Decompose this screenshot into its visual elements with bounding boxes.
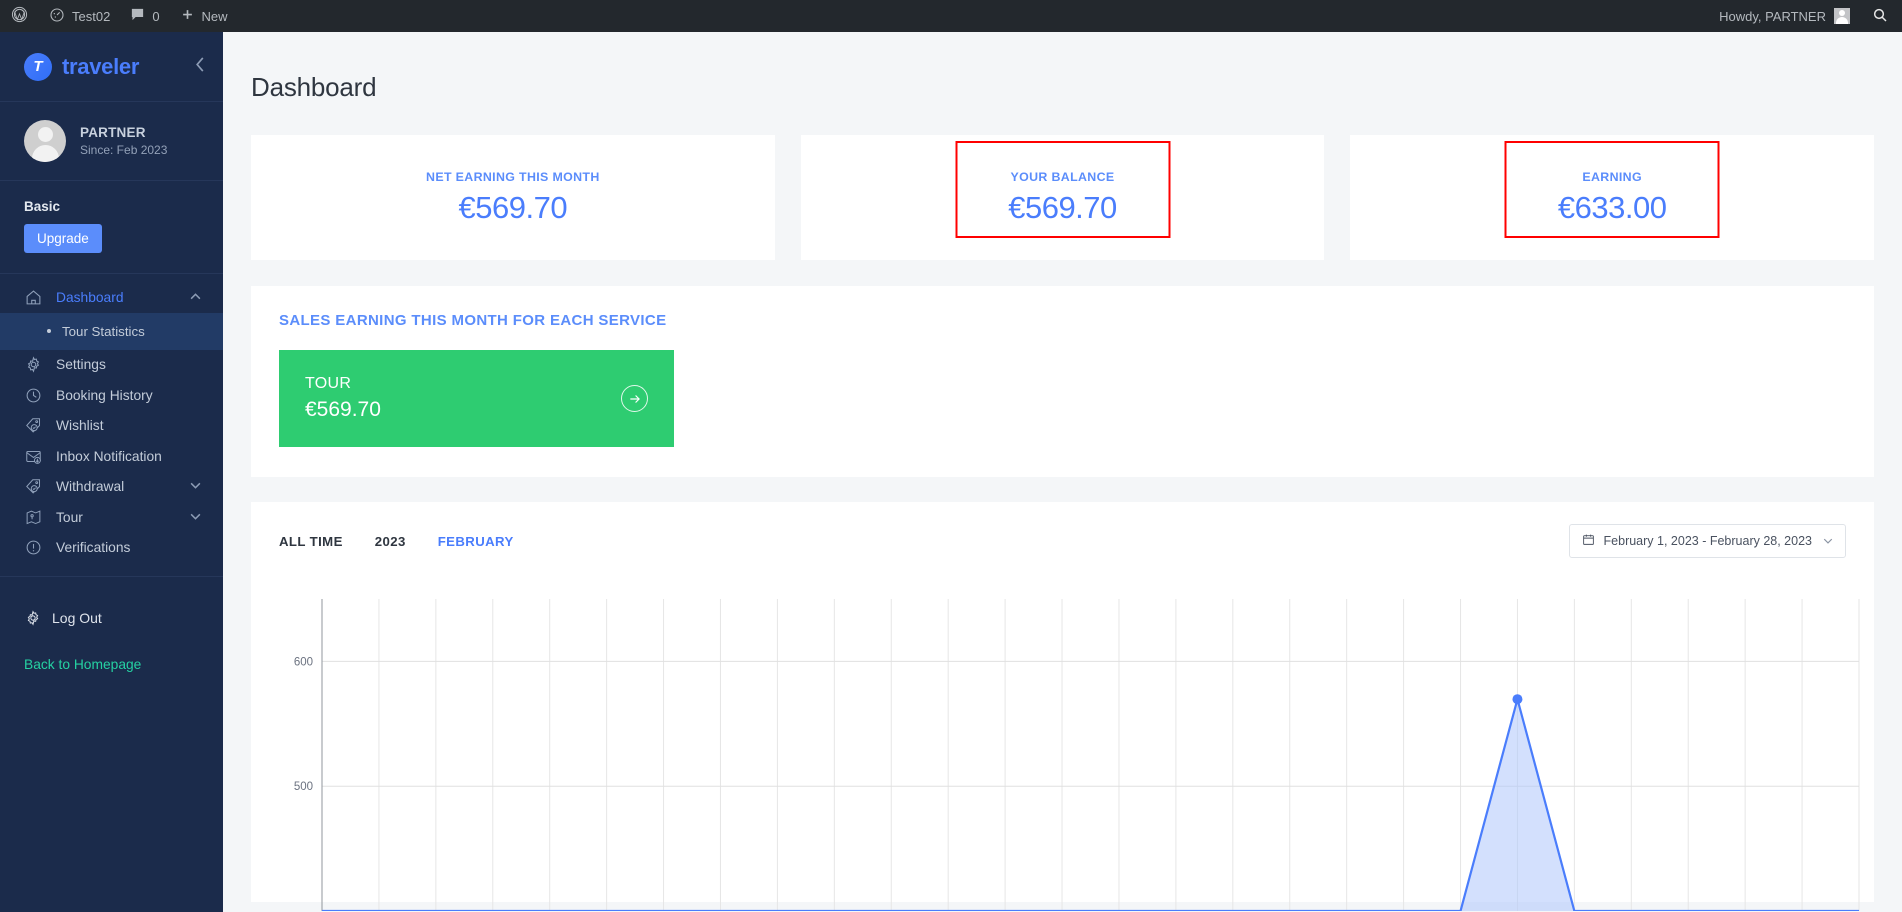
sidebar-subitem-label: Tour Statistics: [62, 323, 145, 339]
chevron-up-icon[interactable]: [190, 292, 201, 303]
sales-panel-title: SALES EARNING THIS MONTH FOR EACH SERVIC…: [279, 312, 667, 329]
stat-label: NET EARNING THIS MONTH: [426, 169, 600, 184]
sidebar-item-label: Wishlist: [56, 418, 104, 434]
comments-button[interactable]: 0: [120, 0, 169, 32]
exclamation-circle-icon: [24, 538, 43, 557]
sidebar-nav: Dashboard Tour Statistics Settings Booki…: [0, 274, 223, 563]
sidebar-item-tour-statistics[interactable]: Tour Statistics: [0, 312, 223, 350]
search-icon: [1872, 7, 1888, 26]
howdy-menu[interactable]: Howdy, PARTNER: [1707, 0, 1862, 32]
tab-all-time[interactable]: ALL TIME: [279, 534, 343, 549]
chevron-down-icon[interactable]: [190, 481, 201, 492]
wp-admin-bar: Test02 0 New Howdy, PARTNER: [0, 0, 1902, 32]
chevron-down-icon[interactable]: [190, 512, 201, 523]
stat-label: EARNING: [1582, 169, 1642, 184]
sidebar-item-label: Inbox Notification: [56, 448, 162, 464]
upgrade-button[interactable]: Upgrade: [24, 224, 102, 253]
user-name: PARTNER: [80, 125, 146, 140]
svg-text:500: 500: [294, 781, 313, 793]
date-range-picker[interactable]: February 1, 2023 - February 28, 2023: [1568, 524, 1846, 558]
sidebar-item-withdrawal[interactable]: Withdrawal: [0, 472, 223, 503]
stat-card-your-balance: YOUR BALANCE €569.70: [800, 135, 1325, 260]
wordpress-icon: [11, 6, 28, 26]
page-title: Dashboard: [251, 72, 377, 102]
avatar: [1834, 8, 1850, 24]
sidebar-item-label: Dashboard: [56, 289, 124, 305]
admin-search-button[interactable]: [1862, 7, 1902, 26]
tag-check-icon: [24, 477, 43, 496]
stats-cards-row: NET EARNING THIS MONTH €569.70 YOUR BALA…: [223, 103, 1902, 260]
logout-label: Log Out: [52, 610, 102, 626]
site-name-menu[interactable]: Test02: [39, 0, 120, 32]
home-icon: [24, 288, 43, 307]
comments-count: 0: [152, 8, 160, 24]
traveler-logo-icon: T: [24, 52, 52, 81]
sidebar-item-label: Withdrawal: [56, 479, 125, 495]
stat-card-net-earning: NET EARNING THIS MONTH €569.70: [251, 135, 775, 260]
sidebar-item-dashboard[interactable]: Dashboard: [0, 282, 223, 313]
sidebar-user: PARTNER Since: Feb 2023: [0, 102, 223, 181]
stat-value: €633.00: [1557, 189, 1667, 225]
service-value: €569.70: [305, 398, 381, 421]
chart-panel: ALL TIME 2023 FEBRUARY February 1, 2023 …: [251, 502, 1874, 911]
chevron-down-icon: [1823, 536, 1833, 547]
service-name: TOUR: [305, 375, 352, 392]
wordpress-logo-button[interactable]: [0, 0, 39, 32]
stat-value: €569.70: [1008, 189, 1117, 225]
sidebar-brand[interactable]: T traveler: [0, 32, 223, 102]
sidebar-item-tour[interactable]: Tour: [0, 502, 223, 533]
stat-label: YOUR BALANCE: [1010, 169, 1115, 184]
stat-card-earning: EARNING €633.00: [1350, 135, 1875, 260]
svg-text:600: 600: [294, 656, 313, 668]
tab-february[interactable]: FEBRUARY: [438, 534, 514, 549]
arrow-right-circle-icon[interactable]: [621, 385, 648, 412]
admin-bar-right: Howdy, PARTNER: [1707, 0, 1902, 32]
bullet-icon: [47, 329, 51, 333]
dashboard-icon: [49, 7, 65, 26]
sidebar-item-label: Settings: [56, 357, 106, 373]
sidebar-item-wishlist[interactable]: Wishlist: [0, 411, 223, 442]
user-since: Since: Feb 2023: [80, 143, 168, 157]
plan-name: Basic: [24, 199, 61, 214]
site-name-label: Test02: [72, 8, 111, 24]
howdy-label: Howdy, PARTNER: [1719, 8, 1826, 24]
back-to-homepage-link[interactable]: Back to Homepage: [0, 633, 223, 672]
chart-period-tabs: ALL TIME 2023 FEBRUARY: [279, 534, 514, 549]
service-card-tour[interactable]: TOUR €569.70: [279, 350, 674, 447]
date-range-value: February 1, 2023 - February 28, 2023: [1603, 534, 1812, 548]
sales-earning-panel: SALES EARNING THIS MONTH FOR EACH SERVIC…: [251, 286, 1874, 477]
tab-2023[interactable]: 2023: [375, 534, 406, 549]
sidebar-item-settings[interactable]: Settings: [0, 350, 223, 381]
envelope-icon: [24, 447, 43, 466]
new-content-button[interactable]: New: [170, 0, 238, 32]
gear-icon: [24, 609, 42, 627]
sidebar-item-label: Tour: [56, 509, 83, 525]
sidebar-item-label: Booking History: [56, 387, 153, 403]
stat-value: €569.70: [458, 189, 568, 225]
sidebar-item-inbox-notification[interactable]: Inbox Notification: [0, 441, 223, 472]
plus-icon: [180, 7, 195, 25]
sidebar-divider: [0, 576, 223, 577]
clock-icon: [24, 386, 43, 405]
comment-icon: [130, 7, 145, 25]
earnings-chart: 500 600: [279, 581, 1860, 911]
sidebar: T traveler PARTNER Since: Feb 2023 Basic…: [0, 32, 223, 912]
user-avatar-icon: [24, 120, 66, 162]
chart-header: ALL TIME 2023 FEBRUARY February 1, 2023 …: [279, 524, 1846, 558]
brand-name: traveler: [62, 53, 140, 79]
sidebar-item-verifications[interactable]: Verifications: [0, 533, 223, 564]
new-label: New: [201, 8, 228, 24]
tag-check-icon: [24, 416, 43, 435]
chart-svg: 500 600: [294, 599, 1860, 911]
sidebar-plan: Basic Upgrade: [0, 181, 223, 274]
main-content: Dashboard NET EARNING THIS MONTH €569.70…: [223, 32, 1902, 912]
sidebar-item-booking-history[interactable]: Booking History: [0, 380, 223, 411]
gear-icon: [24, 355, 43, 374]
calendar-icon: [1582, 533, 1595, 549]
sidebar-item-label: Verifications: [56, 540, 131, 556]
chevron-left-icon[interactable]: [195, 57, 205, 76]
logout-button[interactable]: Log Out: [0, 603, 223, 633]
map-icon: [24, 508, 43, 527]
